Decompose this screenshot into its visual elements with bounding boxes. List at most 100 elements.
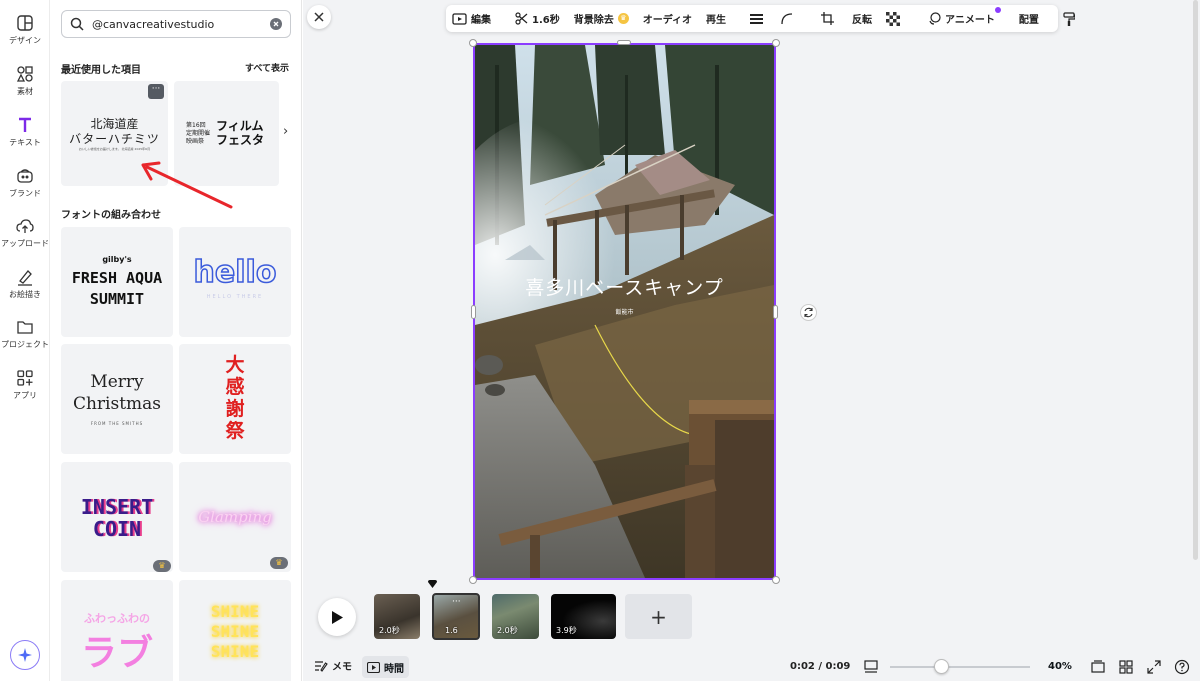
card-text: HELLO THERE bbox=[206, 294, 264, 300]
timeline-clip-3[interactable]: 2.0秒 bbox=[492, 594, 539, 639]
card-text: hello bbox=[193, 254, 277, 291]
trim-button[interactable]: 1.6秒 bbox=[515, 11, 560, 26]
transparency-icon bbox=[886, 11, 901, 26]
design-page[interactable]: 喜多川ベースキャンプ 飯能市 bbox=[473, 43, 776, 580]
transparency-button[interactable] bbox=[886, 11, 904, 26]
duration-label: 1.6秒 bbox=[532, 15, 560, 26]
draw-icon bbox=[18, 270, 32, 286]
rail-label: ブランド bbox=[9, 189, 41, 198]
overlay-subtitle-text[interactable]: 飯能市 bbox=[475, 307, 774, 316]
rail-item-brand[interactable]: ブランド bbox=[0, 167, 50, 199]
resize-handle[interactable] bbox=[772, 39, 780, 47]
bg-remove-label: 背景除去 bbox=[573, 15, 614, 26]
rail-item-draw[interactable]: お絵描き bbox=[0, 268, 50, 300]
play-button[interactable] bbox=[318, 598, 356, 636]
zoom-slider-track[interactable] bbox=[890, 666, 1030, 668]
font-card-insert-coin[interactable]: INSERT COIN bbox=[61, 462, 173, 572]
clip-duration: 3.9秒 bbox=[556, 626, 577, 635]
add-clip-button[interactable]: + bbox=[625, 594, 692, 639]
card-line: バターハチミツ bbox=[69, 132, 160, 146]
notes-button[interactable]: メモ bbox=[314, 658, 352, 673]
search-input[interactable]: @canvacreativestudio bbox=[92, 18, 270, 31]
resize-handle[interactable] bbox=[471, 305, 476, 319]
play-icon bbox=[332, 610, 343, 624]
clip-duration: 2.0秒 bbox=[497, 626, 518, 635]
edit-label: 編集 bbox=[471, 15, 491, 26]
playhead-marker-icon[interactable] bbox=[428, 580, 437, 588]
rail-item-elements[interactable]: 素材 bbox=[0, 65, 50, 97]
audio-button[interactable]: オーディオ bbox=[643, 11, 692, 26]
card-text: Merry bbox=[90, 372, 144, 392]
zoom-level[interactable]: 40% bbox=[1048, 661, 1072, 672]
font-card-fresh-aqua[interactable]: gilby's FRESH AQUA SUMMIT bbox=[61, 227, 173, 337]
corner-rounding-button[interactable] bbox=[781, 12, 797, 25]
resize-handle[interactable] bbox=[773, 305, 778, 319]
rail-label: お絵描き bbox=[9, 290, 41, 299]
premium-crown-icon: ♛ bbox=[270, 557, 288, 569]
font-combo-title: フォントの組み合わせ bbox=[61, 210, 161, 221]
border-style-button[interactable] bbox=[750, 13, 767, 25]
help-icon[interactable] bbox=[1174, 659, 1190, 675]
notification-dot bbox=[994, 7, 1001, 13]
zoom-slider-thumb[interactable] bbox=[934, 659, 949, 674]
overlay-title-text[interactable]: 喜多川ベースキャンプ bbox=[475, 273, 774, 300]
rail-item-upload[interactable]: アップロード bbox=[0, 217, 50, 249]
rail-item-design[interactable]: デザイン bbox=[0, 14, 50, 46]
edit-button[interactable]: 編集 bbox=[452, 11, 491, 26]
clear-icon[interactable] bbox=[270, 18, 282, 30]
magic-assistant-button[interactable] bbox=[10, 640, 40, 670]
scissors-icon bbox=[515, 12, 528, 25]
font-card-merry-christmas[interactable]: Merry Christmas FROM THE SMITHS bbox=[61, 344, 173, 454]
resize-handle[interactable] bbox=[469, 576, 477, 584]
timeline-clip-1[interactable]: 2.0秒 bbox=[374, 594, 420, 639]
rail-item-projects[interactable]: プロジェクト bbox=[0, 318, 50, 350]
resize-handle[interactable] bbox=[617, 40, 631, 45]
card-text: Glamping bbox=[198, 508, 272, 526]
rail-item-text[interactable]: テキスト bbox=[0, 116, 50, 148]
playback-button[interactable]: 再生 bbox=[706, 11, 726, 26]
rail-label: テキスト bbox=[9, 138, 41, 147]
fullscreen-icon[interactable] bbox=[1146, 659, 1162, 675]
flip-button[interactable]: 反転 bbox=[852, 11, 872, 26]
font-card-daikanshasai[interactable]: 大感謝祭 bbox=[179, 344, 291, 454]
card-text: FROM THE SMITHS bbox=[90, 421, 144, 426]
card-text: INSERT bbox=[80, 495, 154, 519]
chevron-right-icon[interactable]: › bbox=[283, 124, 288, 139]
animate-icon bbox=[929, 12, 941, 25]
animate-button[interactable]: アニメート bbox=[928, 7, 1001, 26]
font-card-love[interactable]: ふわっふわの ラブ bbox=[61, 580, 173, 681]
font-card-glamping[interactable]: Glamping ♛ bbox=[179, 462, 291, 572]
card-text: SHINE bbox=[210, 602, 260, 621]
timer-button[interactable]: 時間 bbox=[362, 656, 409, 678]
card-small: 定期開催 bbox=[186, 130, 211, 137]
sparkle-icon bbox=[18, 648, 32, 662]
font-card-hello[interactable]: hello HELLO THERE bbox=[179, 227, 291, 337]
page-view-icon[interactable] bbox=[863, 659, 879, 675]
close-icon bbox=[314, 12, 324, 22]
timeline-clip-4[interactable]: 3.9秒 bbox=[551, 594, 616, 639]
bg-remove-button[interactable]: 背景除去 ♛ bbox=[574, 11, 629, 26]
more-icon[interactable]: ··· bbox=[452, 597, 461, 607]
rotate-button[interactable] bbox=[800, 304, 817, 321]
copy-style-button[interactable] bbox=[1063, 11, 1079, 26]
more-icon[interactable]: ··· bbox=[148, 84, 164, 99]
crop-button[interactable] bbox=[821, 12, 838, 25]
position-button[interactable]: 配置 bbox=[1019, 11, 1039, 26]
timeline-clip-2-selected[interactable]: ··· 1.6 bbox=[432, 593, 480, 640]
design-icon bbox=[17, 15, 33, 31]
pages-icon[interactable] bbox=[1090, 659, 1106, 675]
card-fine-print: おいしい蜂蜜をお届けします。 北海道産 2025年6月 bbox=[78, 147, 151, 151]
resize-handle[interactable] bbox=[772, 576, 780, 584]
card-text: ラブ bbox=[80, 633, 153, 674]
rail-label: プロジェクト bbox=[1, 340, 49, 349]
search-box[interactable]: @canvacreativestudio bbox=[61, 10, 291, 38]
vertical-scrollbar[interactable] bbox=[1193, 0, 1198, 560]
grid-view-icon[interactable] bbox=[1118, 659, 1134, 675]
time-readout: 0:02 / 0:09 bbox=[790, 661, 851, 672]
font-card-shine[interactable]: SHINE SHINE SHINE bbox=[179, 580, 291, 681]
rail-item-apps[interactable]: アプリ bbox=[0, 369, 50, 401]
resize-handle[interactable] bbox=[469, 39, 477, 47]
video-edit-icon bbox=[452, 12, 467, 25]
see-all-link[interactable]: すべて表示 bbox=[245, 61, 289, 74]
close-panel-button[interactable] bbox=[307, 5, 331, 29]
